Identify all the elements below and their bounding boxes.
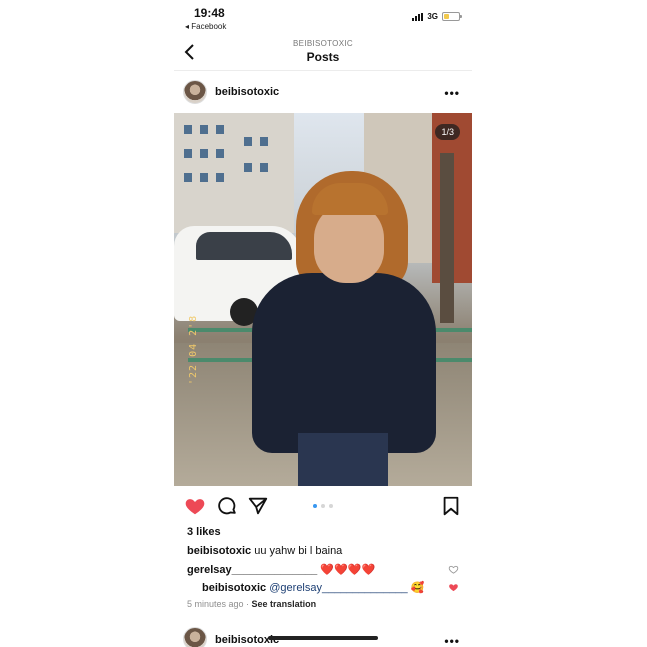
- reply-mention[interactable]: @gerelsay______________: [269, 582, 407, 594]
- network-type: 3G: [427, 12, 438, 21]
- header-username: BEIBISOTOXIC: [293, 39, 353, 48]
- heart-icon[interactable]: [184, 495, 206, 517]
- photo-hoodie: [252, 273, 436, 453]
- post-username[interactable]: beibisotoxic: [215, 86, 279, 98]
- carousel-dot: [313, 504, 317, 508]
- caption-text: uu yahw bi l baina: [251, 545, 343, 557]
- photo-date-stamp: '22 04 2'8: [188, 314, 199, 385]
- carousel-dot: [329, 504, 333, 508]
- share-icon[interactable]: [247, 495, 269, 517]
- next-post-avatar[interactable]: [183, 627, 207, 647]
- status-indicators: 3G: [412, 12, 462, 21]
- post-caption: beibisotoxic uu yahw bi l baina: [187, 545, 342, 557]
- avatar[interactable]: [183, 80, 207, 104]
- next-post-more-options-icon[interactable]: •••: [444, 634, 460, 647]
- battery-icon: [442, 12, 462, 21]
- post-photo[interactable]: '22 04 2'8 1/3: [174, 113, 472, 486]
- carousel-dot: [321, 504, 325, 508]
- photo-tree: [440, 153, 454, 323]
- likes-count[interactable]: 3 likes: [187, 526, 221, 538]
- comment: gerelsay______________ ❤️❤️❤️❤️: [187, 563, 375, 576]
- photo-building-left: [174, 113, 294, 233]
- post-meta: 5 minutes ago · See translation: [187, 599, 316, 609]
- header-divider: [174, 70, 472, 71]
- battery-level: [444, 14, 449, 19]
- instagram-screen: 19:48 ◂ Facebook 3G BEIBISOTOXIC Posts b…: [174, 0, 472, 647]
- time-ago: 5 minutes ago: [187, 599, 244, 609]
- reply-username[interactable]: beibisotoxic: [202, 582, 266, 594]
- reply-text: 🥰: [407, 582, 425, 594]
- caption-username[interactable]: beibisotoxic: [187, 545, 251, 557]
- carousel-counter: 1/3: [435, 124, 460, 140]
- back-to-app-link[interactable]: ◂ Facebook: [185, 22, 226, 31]
- reply-like-icon[interactable]: [448, 582, 459, 593]
- photo-face: [314, 203, 384, 283]
- see-translation-link[interactable]: See translation: [252, 599, 317, 609]
- signal-icon: [412, 12, 424, 21]
- photo-bangs: [312, 183, 388, 215]
- comment-text: ❤️❤️❤️❤️: [317, 564, 376, 576]
- status-time: 19:48: [194, 6, 225, 20]
- page-title: Posts: [306, 50, 340, 64]
- reply-comment: beibisotoxic @gerelsay______________ 🥰: [202, 581, 424, 594]
- comment-like-icon[interactable]: [448, 564, 459, 575]
- comment-username[interactable]: gerelsay______________: [187, 564, 317, 576]
- meta-separator: ·: [243, 599, 252, 609]
- more-options-icon[interactable]: •••: [444, 86, 460, 100]
- photo-jeans: [298, 433, 388, 486]
- home-indicator[interactable]: [268, 636, 378, 640]
- comment-icon[interactable]: [216, 495, 238, 517]
- carousel-indicator: [313, 504, 333, 508]
- bookmark-icon[interactable]: [440, 495, 462, 517]
